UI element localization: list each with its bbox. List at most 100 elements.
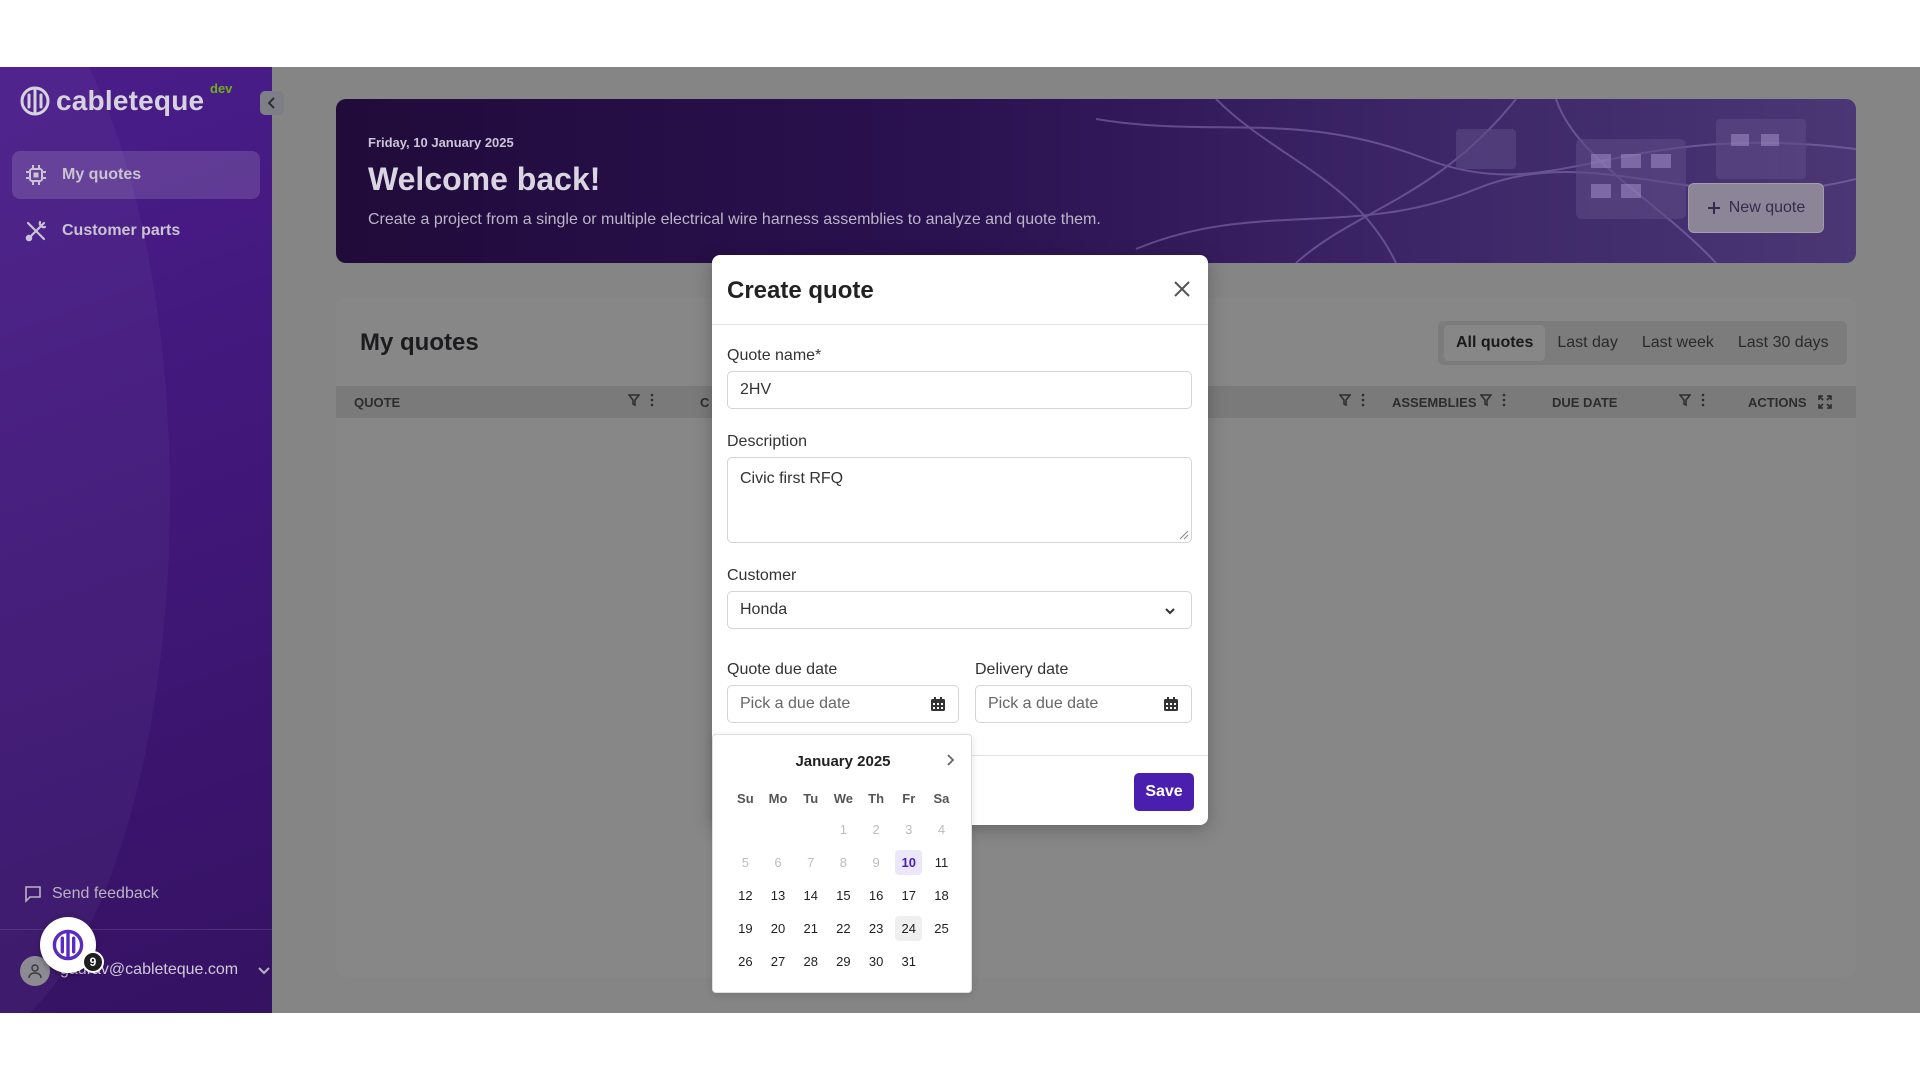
calendar-day: 3 (905, 822, 913, 837)
sidebar-item-my-quotes[interactable]: My quotes (12, 151, 260, 199)
quote-due-date-input[interactable]: Pick a due date (727, 685, 959, 723)
message-icon (25, 886, 41, 903)
calendar-day[interactable]: 31 (895, 949, 922, 974)
date-picker-popover: January 2025 Su Mo Tu We Th Fr Sa 1 2 3 4 5 6 7 8 9 10 11… (712, 734, 972, 993)
calendar-day[interactable]: 24 (895, 916, 923, 941)
calendar-day[interactable]: 11 (928, 850, 955, 875)
chevron-left-icon (267, 97, 275, 109)
chevron-down-icon[interactable] (256, 962, 272, 978)
calendar-month-label: January 2025 (795, 753, 891, 770)
weekday-label: Fr (902, 791, 916, 806)
quote-name-input[interactable]: 2HV (727, 371, 1192, 409)
circuit-board-illustration (1096, 99, 1856, 263)
quote-name-label: Quote name* (727, 347, 822, 364)
delivery-date-placeholder: Pick a due date (988, 695, 1099, 712)
calendar-day[interactable]: 26 (732, 949, 759, 974)
kebab-menu-icon[interactable] (1361, 393, 1365, 407)
calendar-day[interactable]: 28 (797, 949, 824, 974)
calendar-day[interactable]: 29 (830, 949, 857, 974)
kebab-menu-icon[interactable] (1502, 393, 1506, 407)
calendar-day[interactable]: 27 (765, 949, 792, 974)
send-feedback-link[interactable]: Send feedback (24, 885, 159, 903)
calendar-day[interactable]: 22 (830, 916, 857, 941)
app-window: cableteque dev My quotes Customer parts … (0, 67, 1920, 1013)
brand[interactable]: cableteque (20, 85, 204, 117)
description-value: Civic first RFQ (740, 470, 844, 487)
assistant-logo-icon (52, 929, 84, 961)
customer-label: Customer (727, 567, 797, 584)
tab-all-quotes[interactable]: All quotes (1444, 325, 1546, 361)
weekday-label: We (833, 791, 854, 806)
chevron-down-icon (1165, 608, 1175, 615)
welcome-banner: Friday, 10 January 2025 Welcome back! Cr… (336, 99, 1856, 263)
calendar-day[interactable]: 12 (732, 883, 759, 908)
filter-icon[interactable] (1339, 393, 1351, 407)
quote-due-date-label: Quote due date (727, 661, 838, 678)
welcome-subtitle: Create a project from a single or multip… (368, 211, 1101, 228)
calendar-icon[interactable] (1163, 696, 1179, 712)
calendar-day[interactable]: 30 (863, 949, 890, 974)
cableteque-logo-icon (20, 86, 50, 116)
sidebar-item-label: My quotes (62, 166, 142, 183)
date-filter-tabs: All quotes Last day Last week Last 30 da… (1438, 321, 1847, 365)
calendar-day[interactable]: 15 (830, 883, 857, 908)
filter-icon[interactable] (1679, 393, 1691, 407)
quote-due-date-placeholder: Pick a due date (740, 695, 851, 712)
column-header-actions[interactable]: ACTIONS (1748, 395, 1807, 410)
kebab-menu-icon[interactable] (650, 393, 654, 407)
tab-last-day[interactable]: Last day (1545, 334, 1629, 352)
calendar-day[interactable]: 14 (797, 883, 824, 908)
column-tools (1679, 393, 1705, 407)
column-tools (628, 393, 654, 407)
calendar-day[interactable]: 13 (765, 883, 792, 908)
collapse-sidebar-button[interactable] (260, 91, 284, 115)
calendar-day[interactable]: 18 (928, 883, 955, 908)
sidebar-item-customer-parts[interactable]: Customer parts (12, 207, 260, 255)
send-feedback-label: Send feedback (52, 885, 159, 902)
customer-select[interactable]: Honda (727, 591, 1192, 629)
quote-name-value: 2HV (740, 381, 772, 398)
calendar-day: 9 (872, 855, 880, 870)
calendar-day: 8 (839, 855, 848, 870)
calendar-day[interactable]: 23 (863, 916, 890, 941)
resize-handle-icon[interactable] (1179, 530, 1189, 540)
sidebar-item-label: Customer parts (62, 222, 181, 239)
description-label: Description (727, 433, 808, 450)
weekday-label: Th (868, 791, 885, 806)
calendar-day[interactable]: 20 (765, 916, 792, 941)
column-header-customer[interactable]: C (700, 395, 709, 410)
calendar-day[interactable]: 10 (895, 850, 923, 875)
column-header-due-date[interactable]: DUE DATE (1552, 395, 1617, 410)
calendar-grid: Su Mo Tu We Th Fr Sa 1 2 3 4 5 6 7 8 9 10 11 12 13 14 15 16 17 1… (729, 789, 958, 974)
weekday-label: Sa (933, 791, 950, 806)
current-date: Friday, 10 January 2025 (368, 135, 514, 150)
calendar-day[interactable]: 21 (797, 916, 824, 941)
calendar-day[interactable]: 16 (863, 883, 890, 908)
notification-badge: 9 (82, 951, 104, 973)
expand-icon[interactable] (1818, 395, 1832, 409)
customer-value: Honda (740, 601, 788, 618)
modal-header: Create quote (712, 255, 1208, 325)
filter-icon[interactable] (1480, 393, 1492, 407)
description-textarea[interactable]: Civic first RFQ (727, 457, 1192, 543)
calendar-icon[interactable] (930, 696, 946, 712)
kebab-menu-icon[interactable] (1701, 393, 1705, 407)
column-header-quote[interactable]: QUOTE (354, 395, 400, 410)
chip-icon (26, 165, 46, 185)
close-button[interactable] (1170, 277, 1194, 301)
save-button[interactable]: Save (1134, 773, 1194, 811)
env-tag: dev (210, 81, 233, 96)
calendar-day[interactable]: 19 (732, 916, 759, 941)
tab-last-30-days[interactable]: Last 30 days (1726, 334, 1841, 352)
welcome-title: Welcome back! (368, 161, 601, 197)
weekday-label: Tu (803, 791, 819, 806)
new-quote-button[interactable]: New quote (1688, 183, 1824, 233)
filter-icon[interactable] (628, 393, 640, 407)
close-icon (1174, 281, 1190, 297)
tab-last-week[interactable]: Last week (1630, 334, 1726, 352)
chevron-right-icon[interactable] (943, 753, 957, 767)
calendar-day[interactable]: 17 (895, 883, 922, 908)
calendar-day[interactable]: 25 (928, 916, 955, 941)
delivery-date-input[interactable]: Pick a due date (975, 685, 1192, 723)
column-header-assemblies[interactable]: ASSEMBLIES (1392, 395, 1477, 410)
